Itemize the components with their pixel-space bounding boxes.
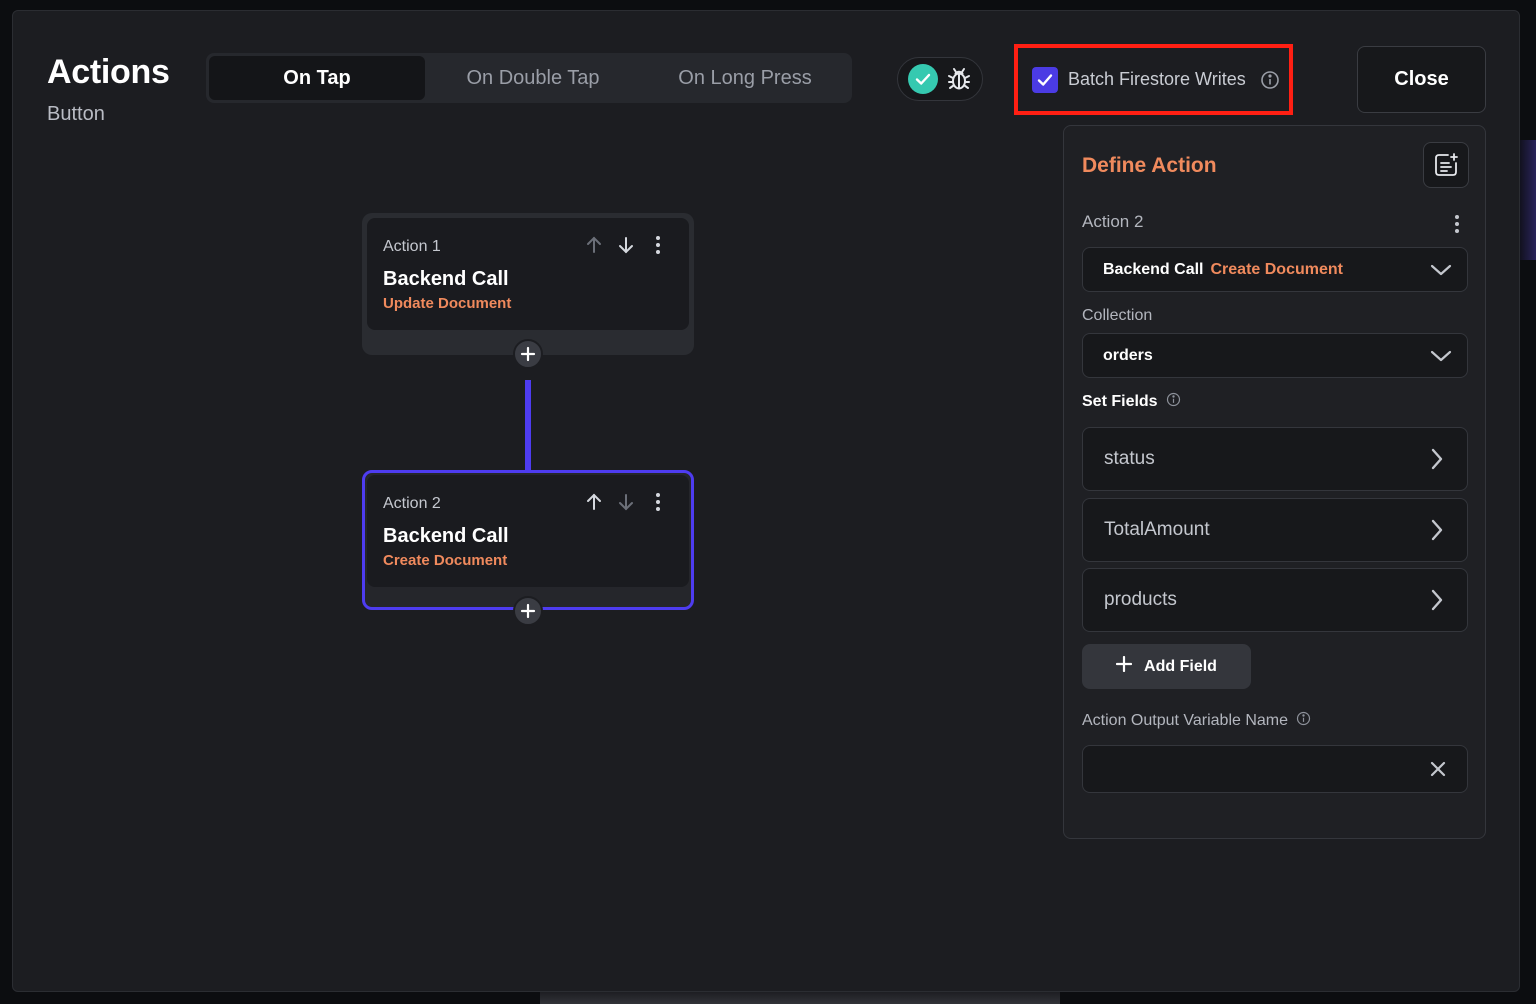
action-type-main: Backend Call	[1103, 260, 1204, 278]
arrow-down-icon[interactable]	[615, 234, 637, 256]
field-name: status	[1104, 448, 1155, 469]
arrow-up-icon[interactable]	[583, 491, 605, 513]
add-field-button[interactable]: Add Field	[1082, 644, 1251, 689]
add-action-node-1[interactable]	[513, 339, 543, 369]
field-row-products[interactable]: products	[1082, 568, 1468, 632]
tab-on-tap[interactable]: On Tap	[209, 56, 425, 100]
collection-label: Collection	[1082, 307, 1153, 324]
tab-on-long-press[interactable]: On Long Press	[641, 56, 849, 100]
chevron-down-icon	[1429, 259, 1453, 286]
action-name-label: Action 2	[1082, 212, 1144, 231]
action-card-tools	[583, 234, 669, 256]
field-name: products	[1104, 589, 1177, 610]
info-icon[interactable]	[1296, 711, 1311, 731]
chevron-down-icon	[1429, 345, 1453, 372]
close-icon[interactable]	[1429, 760, 1447, 783]
bug-icon[interactable]	[945, 65, 973, 93]
field-name: TotalAmount	[1104, 519, 1210, 540]
chevron-right-icon	[1429, 588, 1445, 618]
collection-select[interactable]: orders	[1082, 333, 1468, 378]
action-card-2[interactable]: Action 2 Backend Call Create Document	[362, 470, 694, 610]
batch-writes-highlight: Batch Firestore Writes	[1014, 44, 1293, 115]
action-connector-line	[525, 380, 531, 472]
action-type-select[interactable]: Backend Call Create Document	[1082, 247, 1468, 292]
add-note-button[interactable]	[1423, 142, 1469, 188]
action-title: Backend Call	[383, 268, 509, 290]
action-card-body[interactable]: Action 2 Backend Call Create Document	[367, 475, 689, 587]
batch-writes-label[interactable]: Batch Firestore Writes	[1068, 69, 1246, 90]
set-fields-label: Set Fields	[1082, 393, 1158, 410]
more-vertical-icon[interactable]	[647, 234, 669, 256]
info-icon[interactable]	[1166, 392, 1181, 412]
close-button[interactable]: Close	[1357, 46, 1486, 113]
tab-on-double-tap[interactable]: On Double Tap	[425, 56, 641, 100]
chevron-right-icon	[1429, 518, 1445, 548]
action-subtitle: Update Document	[383, 295, 512, 312]
arrow-down-icon[interactable]	[615, 491, 637, 513]
output-variable-field[interactable]	[1082, 745, 1468, 793]
chevron-right-icon	[1429, 447, 1445, 477]
more-vertical-icon[interactable]	[647, 491, 669, 513]
trigger-tabs: On Tap On Double Tap On Long Press	[206, 53, 852, 103]
action-card-tools	[583, 491, 669, 513]
page-title: Actions	[47, 53, 170, 91]
collection-value: orders	[1103, 346, 1153, 364]
field-row-totalamount[interactable]: TotalAmount	[1082, 498, 1468, 562]
more-vertical-icon[interactable]	[1453, 214, 1461, 239]
output-variable-input[interactable]	[1083, 746, 1413, 792]
add-field-label: Add Field	[1144, 657, 1217, 675]
output-var-label: Action Output Variable Name	[1082, 712, 1289, 729]
action-title: Backend Call	[383, 525, 509, 547]
define-action-panel: Define Action Action 2 Backend Call Crea…	[1063, 125, 1486, 839]
info-icon[interactable]	[1260, 70, 1280, 90]
set-fields-heading: Set Fields	[1082, 392, 1181, 412]
add-action-node-2[interactable]	[513, 596, 543, 626]
action-card-body[interactable]: Action 1 Backend Call Update Document	[367, 218, 689, 330]
plus-icon	[1115, 655, 1133, 677]
action-type-sub: Create Document	[1210, 260, 1343, 278]
panel-title: Define Action	[1082, 154, 1217, 177]
output-var-heading: Action Output Variable Name	[1082, 711, 1311, 731]
check-circle-icon[interactable]	[907, 64, 938, 94]
backdrop-strip	[540, 990, 1060, 1004]
action-card-1[interactable]: Action 1 Backend Call Update Document	[362, 213, 694, 355]
batch-writes-checkbox[interactable]	[1032, 66, 1058, 93]
actions-modal: Actions Button On Tap On Double Tap On L…	[12, 10, 1520, 992]
page-subtitle: Button	[47, 103, 105, 125]
action-subtitle: Create Document	[383, 552, 508, 569]
arrow-up-icon[interactable]	[583, 234, 605, 256]
validation-debug-toggle[interactable]	[897, 57, 983, 101]
field-row-status[interactable]: status	[1082, 427, 1468, 491]
